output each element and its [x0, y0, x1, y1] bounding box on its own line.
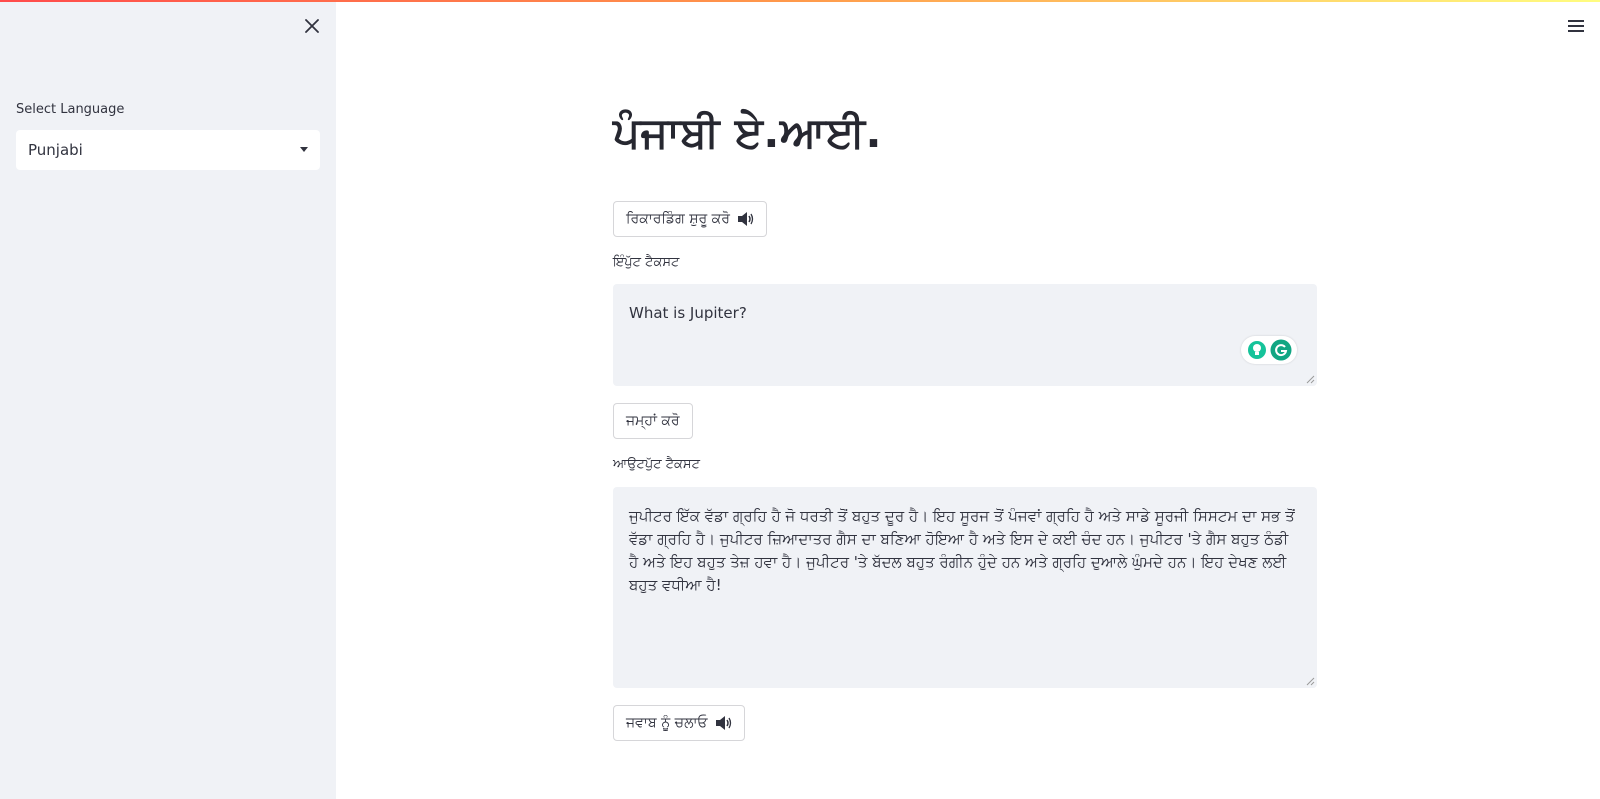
play-response-label: ਜਵਾਬ ਨੂੰ ਚਲਾਓ — [626, 715, 708, 731]
resize-handle-icon[interactable] — [1305, 374, 1315, 384]
input-textarea[interactable]: What is Jupiter? — [613, 284, 1317, 386]
lightbulb-icon — [1247, 341, 1266, 359]
input-textarea-value: What is Jupiter? — [629, 304, 747, 322]
top-decoration-bar — [0, 0, 1600, 2]
submit-button-label: ਜਮ੍ਹਾਂ ਕਰੋ — [626, 413, 680, 429]
hamburger-menu-icon — [1568, 20, 1584, 32]
output-textarea[interactable]: ਜੁਪੀਟਰ ਇੱਕ ਵੱਡਾ ਗ੍ਰਹਿ ਹੈ ਜੋ ਧਰਤੀ ਤੋਂ ਬਹੁ… — [613, 487, 1317, 688]
sidebar: Select Language Punjabi — [0, 0, 336, 799]
output-textarea-value: ਜੁਪੀਟਰ ਇੱਕ ਵੱਡਾ ਗ੍ਰਹਿ ਹੈ ਜੋ ਧਰਤੀ ਤੋਂ ਬਹੁ… — [629, 507, 1295, 594]
language-select[interactable]: Punjabi — [16, 130, 320, 170]
close-icon — [305, 19, 319, 33]
close-sidebar-button[interactable] — [300, 14, 324, 38]
speaker-icon — [715, 716, 731, 730]
main-menu-button[interactable] — [1564, 14, 1588, 38]
language-select-value: Punjabi — [28, 141, 83, 159]
grammarly-widget[interactable] — [1241, 336, 1297, 364]
start-recording-button[interactable]: ਰਿਕਾਰਡਿੰਗ ਸ਼ੁਰੂ ਕਰੋ — [613, 201, 767, 237]
resize-handle-icon[interactable] — [1305, 676, 1315, 686]
play-response-button[interactable]: ਜਵਾਬ ਨੂੰ ਚਲਾਓ — [613, 705, 745, 741]
speaker-icon — [737, 212, 754, 226]
start-recording-label: ਰਿਕਾਰਡਿੰਗ ਸ਼ੁਰੂ ਕਰੋ — [626, 211, 730, 227]
input-text-label: ਇੰਪੁੱਟ ਟੈਕਸਟ — [613, 255, 680, 270]
dropdown-caret-icon — [300, 147, 308, 152]
page-title: ਪੰਜਾਬੀ ਏ.ਆਈ. — [613, 108, 883, 157]
select-language-label: Select Language — [16, 102, 125, 117]
main-content: ਪੰਜਾਬੀ ਏ.ਆਈ. ਰਿਕਾਰਡਿੰਗ ਸ਼ੁਰੂ ਕਰੋ ਇੰਪੁੱਟ … — [613, 0, 1317, 799]
output-text-label: ਆਉਟਪੁੱਟ ਟੈਕਸਟ — [613, 457, 700, 472]
submit-button[interactable]: ਜਮ੍ਹਾਂ ਕਰੋ — [613, 403, 693, 439]
grammarly-icon — [1270, 339, 1291, 361]
